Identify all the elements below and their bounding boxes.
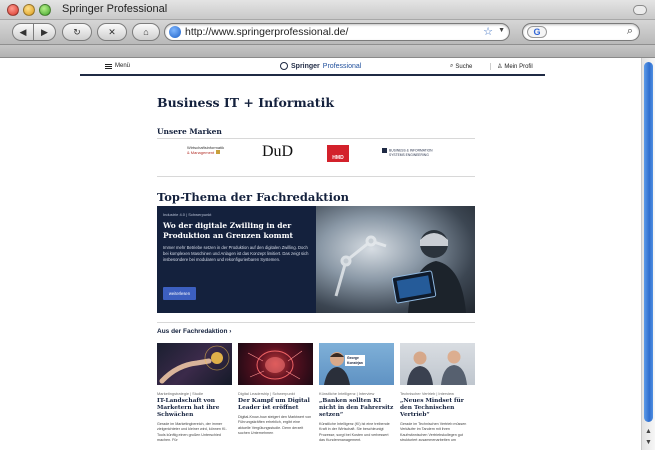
url-text[interactable]: http://www.springerprofessional.de/	[185, 26, 348, 38]
article-title[interactable]: „Banken sollten KI nicht in den Fahrersi…	[319, 398, 394, 419]
article-text: Künstliche Intelligenz (KI) ist eine tre…	[319, 422, 390, 443]
factory-worker-image	[334, 230, 466, 313]
minimize-window-button[interactable]	[23, 4, 35, 16]
brand-bise-mark-icon	[382, 148, 387, 153]
divider	[157, 322, 475, 323]
article-card[interactable]: Digital Leadership | Schwerpunkt Der Kam…	[238, 343, 313, 437]
bookmarks-bar	[0, 45, 655, 58]
brands-heading: Unsere Marken	[157, 127, 222, 136]
hero-body: Immer mehr Betriebe setzen in der Produk…	[163, 245, 309, 262]
brand-wirtschaftsinformatik[interactable]: Wirtschaftsinformatik & Management	[187, 145, 241, 161]
article-card[interactable]: Marketingstrategie | Studie IT-Landschaf…	[157, 343, 232, 444]
scroll-down-arrow-icon[interactable]: ▼	[645, 439, 652, 446]
article-meta: Marketingstrategie | Studie	[157, 391, 204, 396]
article-image[interactable]	[400, 343, 475, 385]
interviewee-badge: George Konstrjan	[345, 355, 365, 366]
home-icon: ⌂	[143, 27, 149, 37]
brand-dud[interactable]: DuD	[262, 143, 293, 161]
article-text: Gerade im Marketingbereich, der immer zi…	[157, 422, 227, 443]
article-meta: Künstliche Intelligenz | Interview	[319, 391, 375, 396]
article-text: Gerade im Technischen Vertrieb müssen Ve…	[400, 422, 467, 443]
site-favicon-icon	[169, 26, 181, 38]
user-icon: ♙	[497, 64, 503, 70]
site-logo[interactable]: Springer Professional	[280, 62, 361, 70]
menu-label: Menü	[115, 63, 131, 69]
search-icon: ⌕	[450, 63, 454, 69]
page-title: Business IT + Informatik	[157, 95, 334, 110]
browser-toolbar: ◀ ▶ ↻ ✕ ⌂ http://www.springerprofessiona…	[0, 20, 655, 45]
hero-headline[interactable]: Wo der digitale Zwilling in der Produkti…	[163, 221, 311, 240]
reload-button[interactable]: ↻	[62, 23, 92, 41]
hero-image[interactable]	[316, 206, 475, 313]
brand-wi-mark-icon	[216, 150, 221, 154]
hero-kicker: Industrie 4.0 | Schwerpunkt	[163, 212, 212, 217]
article-meta: Digital Leadership | Schwerpunkt	[238, 391, 295, 396]
back-arrow-icon: ◀	[19, 26, 27, 37]
topic-heading: Top-Thema der Fachredaktion	[157, 190, 349, 204]
search-field[interactable]: G ⌕	[522, 23, 640, 41]
stop-button[interactable]: ✕	[97, 23, 127, 41]
close-window-button[interactable]	[7, 4, 19, 16]
article-image[interactable]	[157, 343, 232, 385]
fachredaktion-heading[interactable]: Aus der Fachredaktion ›	[157, 328, 231, 335]
divider	[157, 138, 475, 139]
search-label: Suche	[455, 63, 473, 70]
profile-label: Mein Profil	[504, 63, 533, 70]
hero-teaser[interactable]: Industrie 4.0 | Schwerpunkt Wo der digit…	[157, 206, 475, 313]
window-titlebar: Springer Professional	[0, 0, 655, 20]
brand-bise[interactable]: BUSINESS & INFORMATION SYSTEMS ENGINEERI…	[382, 148, 442, 157]
stop-icon: ✕	[108, 26, 116, 37]
article-cards: Marketingstrategie | Studie IT-Landschaf…	[157, 343, 475, 450]
forward-arrow-icon: ▶	[41, 26, 48, 37]
scroll-up-arrow-icon[interactable]: ▲	[645, 428, 652, 435]
worker-silhouette	[408, 230, 466, 313]
vertical-scrollbar[interactable]: ▲ ▼	[641, 58, 655, 450]
robot-arm-shape	[334, 235, 387, 297]
bookmark-star-icon[interactable]: ☆	[483, 25, 493, 38]
toolbar-toggle-button[interactable]	[633, 5, 647, 15]
menu-button[interactable]: Menü	[105, 63, 130, 69]
springer-logo-icon	[280, 62, 288, 70]
article-image[interactable]: George Konstrjan	[319, 343, 394, 385]
brand-hmd[interactable]: HMD	[327, 145, 349, 162]
web-page: Menü Springer Professional ⌕ Suche ♙ Mei…	[0, 58, 641, 450]
article-card[interactable]: George Konstrjan Künstliche Intelligenz …	[319, 343, 394, 444]
back-button[interactable]: ◀	[12, 23, 34, 41]
search-engine-icon[interactable]: G	[527, 26, 547, 38]
scrollbar-thumb[interactable]	[644, 62, 653, 422]
brands-row: Wirtschaftsinformatik & Management DuD H…	[157, 140, 475, 170]
article-meta: Technischer Vertrieb | Interview	[400, 391, 454, 396]
divider	[157, 176, 475, 177]
forward-button[interactable]: ▶	[34, 23, 56, 41]
brand-bise-line2: SYSTEMS ENGINEERING	[389, 153, 429, 157]
article-title[interactable]: „Neues Mindset für den Technischen Vertr…	[400, 398, 475, 419]
zoom-window-button[interactable]	[39, 4, 51, 16]
site-header: Menü Springer Professional ⌕ Suche ♙ Mei…	[80, 58, 545, 76]
hero-text-panel: Industrie 4.0 | Schwerpunkt Wo der digit…	[157, 206, 316, 313]
logo-professional: Professional	[322, 62, 362, 70]
history-dropdown-icon[interactable]: ▼	[498, 27, 505, 34]
home-button[interactable]: ⌂	[132, 23, 160, 41]
brand-wi-line2: & Management	[187, 150, 215, 155]
article-title[interactable]: IT-Landschaft von Marketern hat ihre Sch…	[157, 398, 232, 419]
window-title: Springer Professional	[62, 3, 168, 15]
magnifier-icon[interactable]: ⌕	[627, 25, 633, 38]
search-link[interactable]: ⌕ Suche	[450, 63, 472, 70]
article-text: Digital-Know-how steigert den Marktwert …	[238, 415, 312, 436]
article-image[interactable]	[238, 343, 313, 385]
profile-link[interactable]: ♙ Mein Profil	[490, 63, 533, 70]
read-more-button[interactable]: weiterlesen	[163, 287, 196, 300]
address-bar[interactable]: http://www.springerprofessional.de/ ☆ ▼	[164, 23, 510, 41]
article-title[interactable]: Der Kampf um Digital Leader ist eröffnet	[238, 398, 313, 412]
hamburger-icon	[105, 63, 112, 69]
hand-touch-image	[159, 345, 230, 384]
two-people-image	[407, 350, 467, 385]
digital-head-image	[247, 350, 303, 380]
reload-icon: ↻	[73, 26, 81, 37]
article-card[interactable]: Technischer Vertrieb | Interview „Neues …	[400, 343, 475, 444]
interviewee-last-name: Konstrjan	[347, 360, 363, 365]
logo-springer: Springer	[291, 62, 320, 70]
brand-bise-line1: BUSINESS & INFORMATION	[389, 148, 433, 153]
